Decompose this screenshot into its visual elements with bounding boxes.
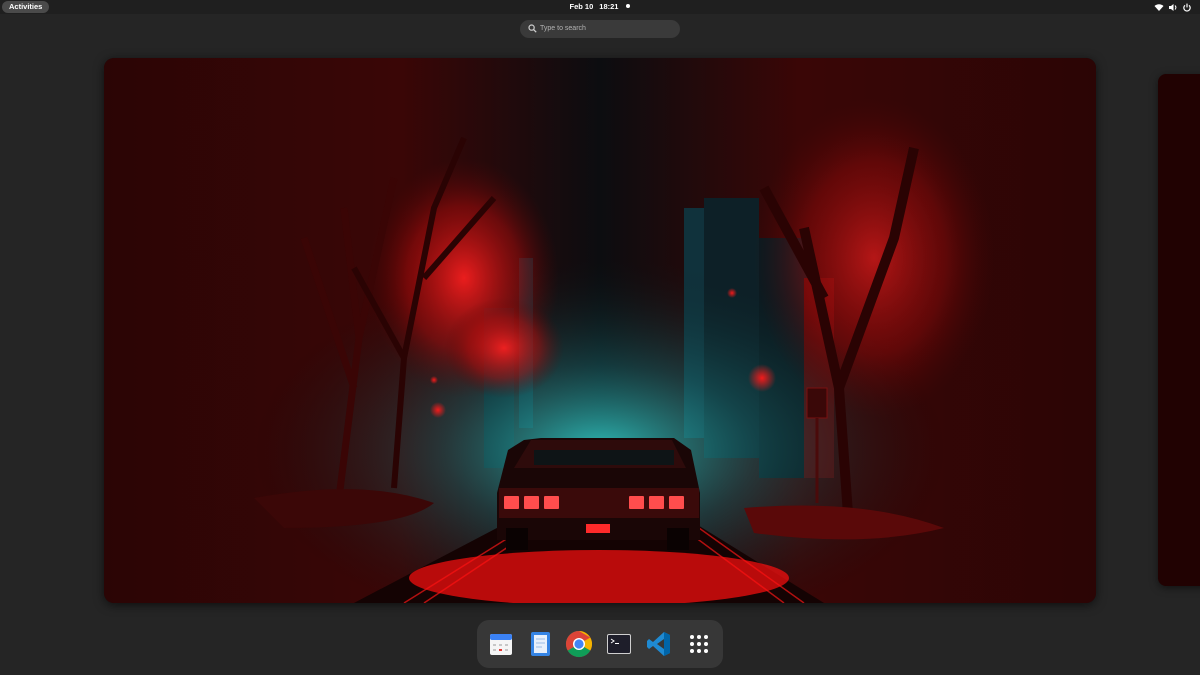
system-tray[interactable] xyxy=(1154,2,1192,12)
search-placeholder: Type to search xyxy=(540,25,586,32)
dash-item-text-editor[interactable] xyxy=(524,628,556,660)
clock: Feb 10 18:21 xyxy=(0,0,1200,14)
search-icon xyxy=(528,24,537,33)
terminal-icon xyxy=(607,634,631,654)
vscode-icon xyxy=(647,632,670,656)
volume-icon xyxy=(1169,3,1177,11)
workspace-thumbnail-next[interactable] xyxy=(1158,74,1200,586)
wifi-icon xyxy=(1154,3,1164,11)
workspace-thumbnail[interactable] xyxy=(104,58,1096,603)
dash-item-terminal[interactable] xyxy=(603,628,635,660)
chrome-icon xyxy=(565,630,593,658)
app-grid-icon xyxy=(690,635,708,653)
dash xyxy=(477,620,723,668)
dash-item-vscode[interactable] xyxy=(643,628,675,660)
power-icon xyxy=(1183,3,1191,12)
clock-date[interactable]: Feb 10 xyxy=(570,2,594,11)
notification-dot xyxy=(626,4,631,8)
calendar-icon xyxy=(490,634,512,655)
dash-item-calendar[interactable] xyxy=(485,628,517,660)
top-bar: Activities Feb 10 18:21 xyxy=(0,0,1200,14)
clock-time[interactable]: 18:21 xyxy=(599,2,618,11)
text-editor-icon xyxy=(531,632,550,656)
activities-button[interactable]: Activities xyxy=(2,1,50,13)
dash-item-show-apps[interactable] xyxy=(683,628,715,660)
wallpaper xyxy=(104,58,1096,603)
dash-item-chrome[interactable] xyxy=(563,628,595,660)
search-input[interactable]: Type to search xyxy=(520,20,680,38)
